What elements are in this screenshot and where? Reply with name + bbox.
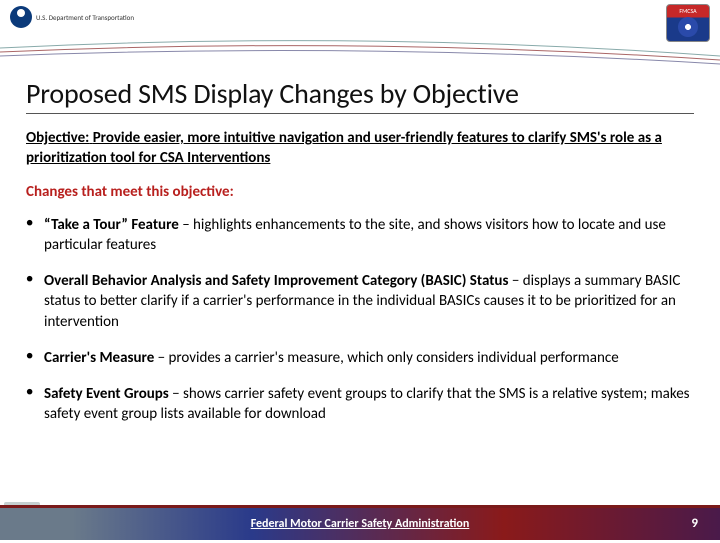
list-item: Overall Behavior Analysis and Safety Imp… bbox=[26, 271, 694, 332]
header: U.S. Department of Transportation FMCSA bbox=[0, 0, 720, 56]
page-title: Proposed SMS Display Changes by Objectiv… bbox=[26, 76, 694, 111]
bullet-list: “Take a Tour” Feature – highlights enhan… bbox=[26, 215, 694, 425]
list-item: Carrier's Measure − provides a carrier's… bbox=[26, 348, 694, 368]
objective-label: Objective: bbox=[26, 129, 89, 147]
fmcsa-label: FMCSA bbox=[667, 5, 709, 15]
bullet-bold: “Take a Tour” Feature bbox=[44, 216, 179, 234]
bullet-rest: − provides a carrier's measure, which on… bbox=[154, 349, 618, 367]
list-item: Safety Event Groups − shows carrier safe… bbox=[26, 384, 694, 425]
bullet-bold: Safety Event Groups bbox=[44, 385, 169, 403]
footer-org: Federal Motor Carrier Safety Administrat… bbox=[0, 508, 720, 540]
list-item: “Take a Tour” Feature – highlights enhan… bbox=[26, 215, 694, 256]
bullet-bold: Carrier's Measure bbox=[44, 349, 154, 367]
dot-label: U.S. Department of Transportation bbox=[36, 13, 134, 22]
swoosh-decor bbox=[0, 36, 720, 66]
bullet-bold: Overall Behavior Analysis and Safety Imp… bbox=[44, 272, 508, 290]
changes-label: Changes that meet this objective: bbox=[26, 183, 694, 201]
dot-logo: U.S. Department of Transportation bbox=[10, 6, 134, 28]
shield-icon bbox=[678, 17, 698, 37]
page-number: 9 bbox=[691, 508, 698, 540]
objective-text: Provide easier, more intuitive navigatio… bbox=[26, 129, 662, 167]
dot-circle-icon bbox=[10, 6, 32, 28]
title-rule bbox=[26, 113, 694, 114]
content: Proposed SMS Display Changes by Objectiv… bbox=[0, 76, 720, 425]
footer: Federal Motor Carrier Safety Administrat… bbox=[0, 508, 720, 540]
objective-line: Objective: Provide easier, more intuitiv… bbox=[26, 128, 694, 169]
